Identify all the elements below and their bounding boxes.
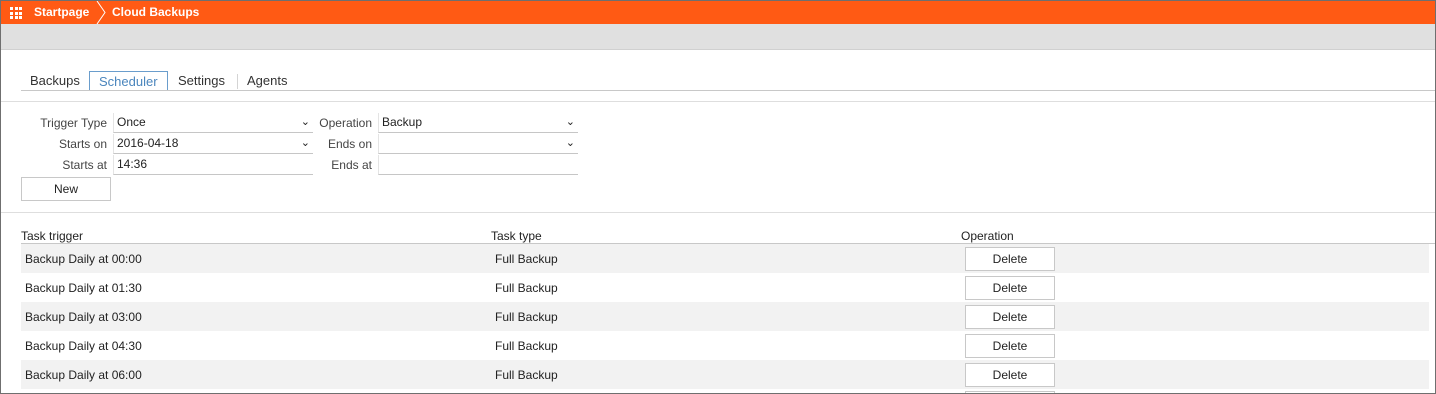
tab-underline xyxy=(21,90,1435,91)
task-trigger-cell: Backup Daily at 01:30 xyxy=(25,281,142,295)
divider xyxy=(1,101,1435,102)
task-type-cell: Full Backup xyxy=(495,339,558,353)
ends-on-label: Ends on xyxy=(327,137,372,151)
breadcrumb-startpage[interactable]: Startpage xyxy=(34,5,89,19)
tab-settings[interactable]: Settings xyxy=(169,71,234,91)
column-header-task-type: Task type xyxy=(491,229,542,243)
table-row: Backup Daily at 03:00 Full Backup Delete xyxy=(21,302,1429,331)
starts-at-label: Starts at xyxy=(62,158,107,172)
apps-grid-icon[interactable] xyxy=(10,7,22,19)
table-row: Backup Daily at 01:30 Full Backup Delete xyxy=(21,273,1429,302)
breadcrumb-separator-icon xyxy=(96,1,106,24)
table-row: Backup Daily at 00:00 Full Backup Delete xyxy=(21,244,1429,273)
starts-at-input[interactable]: 14:36 xyxy=(113,155,313,175)
task-type-cell: Full Backup xyxy=(495,310,558,324)
task-trigger-cell: Backup Daily at 04:30 xyxy=(25,339,142,353)
ends-at-input[interactable] xyxy=(378,155,578,175)
delete-button[interactable]: Delete xyxy=(965,247,1055,271)
delete-button[interactable]: Delete xyxy=(965,276,1055,300)
starts-on-select[interactable]: 2016-04-18 ⌄ xyxy=(113,134,313,154)
task-trigger-cell: Backup Daily at 06:00 xyxy=(25,368,142,382)
divider xyxy=(1,212,1435,213)
trigger-type-value: Once xyxy=(117,115,146,129)
tab-backups[interactable]: Backups xyxy=(21,71,89,91)
chevron-down-icon: ⌄ xyxy=(565,116,575,128)
operation-value: Backup xyxy=(382,115,423,129)
table-row: Backup Daily at 04:30 Full Backup Delete xyxy=(21,331,1429,360)
operation-label: Operation xyxy=(319,116,372,130)
chevron-down-icon: ⌄ xyxy=(565,137,575,149)
ends-on-select[interactable]: ⌄ xyxy=(378,134,578,154)
delete-button[interactable]: Delete xyxy=(965,334,1055,358)
column-header-task-trigger: Task trigger xyxy=(21,229,84,243)
starts-on-value: 2016-04-18 xyxy=(117,136,179,150)
toolbar xyxy=(1,24,1435,50)
task-type-cell: Full Backup xyxy=(495,252,558,266)
top-navigation-bar: Startpage Cloud Backups xyxy=(1,1,1435,24)
delete-button[interactable]: Delete xyxy=(965,363,1055,387)
trigger-type-select[interactable]: Once ⌄ xyxy=(113,113,313,133)
starts-on-label: Starts on xyxy=(58,137,107,151)
app-window: Startpage Cloud Backups Backups Schedule… xyxy=(0,0,1436,394)
task-type-cell: Full Backup xyxy=(495,281,558,295)
column-header-operation: Operation xyxy=(961,229,1014,243)
tab-agents[interactable]: Agents xyxy=(238,71,296,91)
table-row: Backup Daily at 06:00 Full Backup Delete xyxy=(21,360,1429,389)
task-trigger-cell: Backup Daily at 00:00 xyxy=(25,252,142,266)
chevron-down-icon: ⌄ xyxy=(300,116,310,128)
breadcrumb-cloud-backups[interactable]: Cloud Backups xyxy=(112,5,199,19)
operation-select[interactable]: Backup ⌄ xyxy=(378,113,578,133)
chevron-down-icon: ⌄ xyxy=(300,137,310,149)
task-type-cell: Full Backup xyxy=(495,368,558,382)
trigger-type-label: Trigger Type xyxy=(40,116,107,130)
starts-at-value: 14:36 xyxy=(117,157,148,171)
tab-scheduler[interactable]: Scheduler xyxy=(89,71,168,91)
delete-button[interactable]: Delete xyxy=(965,305,1055,329)
new-button[interactable]: New xyxy=(21,177,111,201)
ends-at-label: Ends at xyxy=(331,158,372,172)
task-trigger-cell: Backup Daily at 03:00 xyxy=(25,310,142,324)
